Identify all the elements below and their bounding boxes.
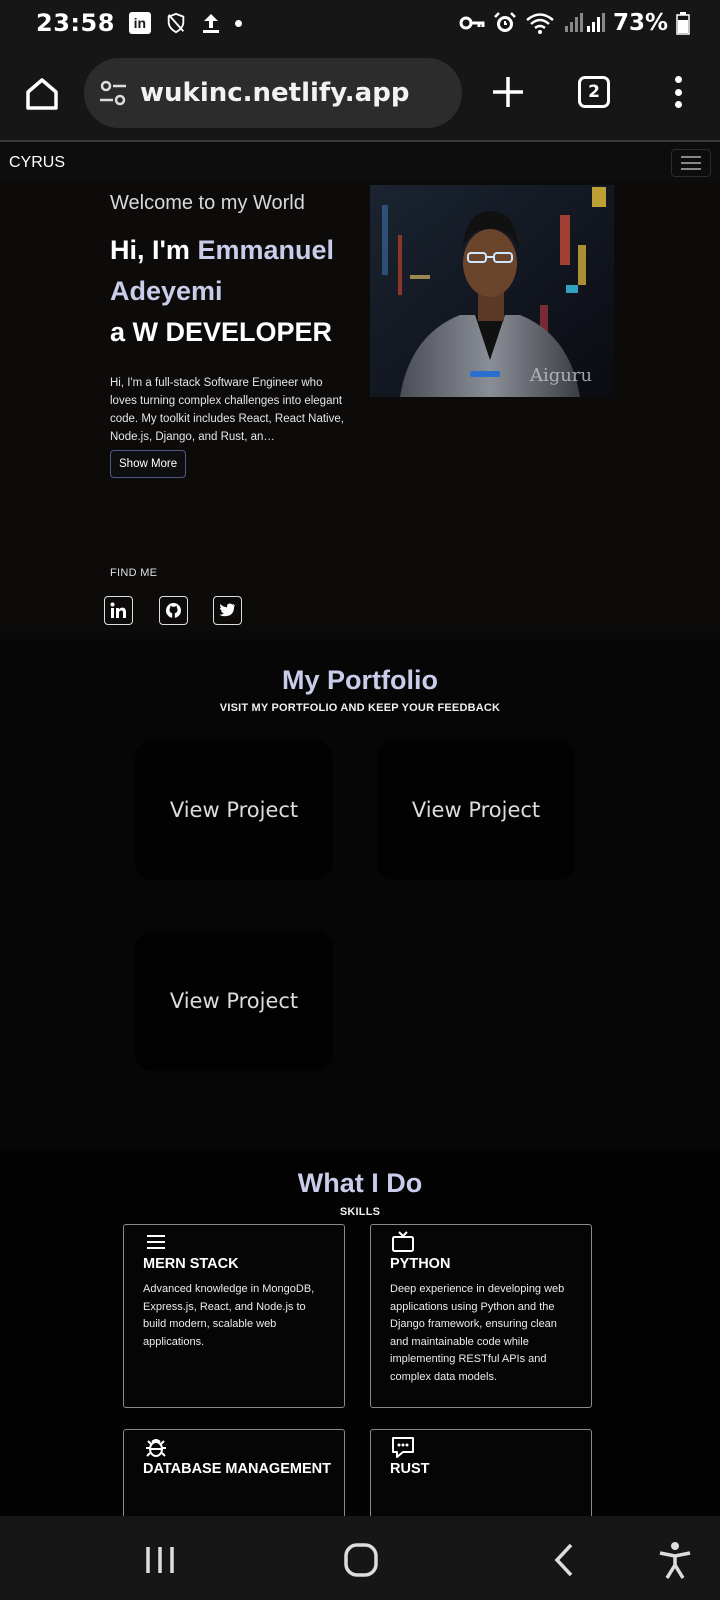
hero-heading: Hi, I'm Emmanuel Adeyemi a W DEVELOPER xyxy=(110,230,350,353)
find-me-label: FIND ME xyxy=(110,567,158,579)
twitter-link-icon[interactable] xyxy=(213,596,242,625)
home-nav-icon[interactable] xyxy=(341,1540,381,1580)
skill-card-mern: MERN STACK Advanced knowledge in MongoDB… xyxy=(123,1224,345,1408)
skill-description: Deep experience in developing web applic… xyxy=(390,1283,565,1383)
battery-icon xyxy=(676,12,690,35)
address-bar[interactable]: wukinc.netlify.app xyxy=(84,58,462,128)
skill-title: RUST xyxy=(390,1461,430,1477)
skill-card-python: PYTHON Deep experience in developing web… xyxy=(370,1224,592,1408)
skill-card-database: DATABASE MANAGEMENT xyxy=(123,1429,345,1516)
wifi-icon xyxy=(526,13,554,34)
portfolio-title: My Portfolio xyxy=(282,665,438,695)
new-tab-icon[interactable] xyxy=(490,74,526,110)
browser-toolbar: wukinc.netlify.app 2 xyxy=(0,46,720,142)
portfolio-section: My Portfolio VISIT MY PORTFOLIO AND KEEP… xyxy=(0,640,720,1150)
linkedin-icon: in xyxy=(128,12,151,34)
linkedin-link-icon[interactable] xyxy=(104,596,133,625)
greeting-prefix: Hi, I'm xyxy=(110,235,198,265)
project-card[interactable]: View Project xyxy=(135,740,333,880)
web-page: CYRUS Welcome to my World Hi, I'm Emmanu… xyxy=(0,144,720,1516)
system-navigation-bar xyxy=(0,1516,720,1600)
battery-percent: 73% xyxy=(612,10,668,36)
menu-icon xyxy=(147,1235,165,1249)
site-settings-icon[interactable] xyxy=(98,78,128,108)
project-card[interactable]: View Project xyxy=(135,931,333,1071)
hero-section: Welcome to my World Hi, I'm Emmanuel Ade… xyxy=(0,182,720,630)
alarm-icon xyxy=(494,12,516,32)
skill-title: MERN STACK xyxy=(143,1256,239,1272)
clock: 23:58 xyxy=(36,9,115,37)
what-i-do-title: What I Do xyxy=(297,1168,423,1198)
skills-subtitle: SKILLS xyxy=(339,1206,381,1218)
key-icon xyxy=(459,16,485,30)
role-line: a W DEVELOPER xyxy=(110,317,333,347)
chat-icon xyxy=(392,1437,414,1458)
more-menu-icon[interactable] xyxy=(666,72,690,112)
back-icon[interactable] xyxy=(545,1540,585,1580)
signal-icon xyxy=(564,13,605,32)
site-brand[interactable]: CYRUS xyxy=(9,154,65,172)
recent-apps-icon[interactable] xyxy=(140,1540,180,1580)
show-more-button[interactable]: Show More xyxy=(110,450,187,478)
profile-photo: Aiguru xyxy=(370,185,614,397)
url-text[interactable]: wukinc.netlify.app xyxy=(140,78,409,108)
shield-off-icon xyxy=(167,12,185,34)
bug-icon xyxy=(146,1439,166,1457)
upload-icon xyxy=(202,14,219,33)
home-icon[interactable] xyxy=(22,74,62,114)
skill-card-rust: RUST xyxy=(370,1429,592,1516)
hero-description: Hi, I'm a full-stack Software Engineer w… xyxy=(110,377,344,443)
first-name: Emmanuel xyxy=(197,235,334,265)
project-card[interactable]: View Project xyxy=(377,740,575,880)
site-navbar: CYRUS xyxy=(0,144,720,182)
tv-icon xyxy=(392,1231,414,1252)
tab-switcher-button[interactable]: 2 xyxy=(578,76,610,108)
photo-watermark: Aiguru xyxy=(529,365,592,386)
skill-title: DATABASE MANAGEMENT xyxy=(143,1461,331,1477)
hamburger-menu-icon[interactable] xyxy=(671,149,711,177)
skill-description: Advanced knowledge in MongoDB, Express.j… xyxy=(143,1283,315,1348)
dot-icon xyxy=(234,19,242,27)
last-name: Adeyemi xyxy=(110,276,223,306)
portfolio-subtitle: VISIT MY PORTFOLIO AND KEEP YOUR FEEDBAC… xyxy=(219,702,501,714)
what-i-do-section: What I Do SKILLS MERN STACK Advanced kno… xyxy=(0,1150,720,1516)
skill-title: PYTHON xyxy=(390,1256,451,1272)
status-bar: 23:58 in 73% xyxy=(0,0,720,46)
github-link-icon[interactable] xyxy=(159,596,188,625)
accessibility-icon[interactable] xyxy=(655,1540,695,1580)
welcome-text: Welcome to my World xyxy=(110,192,305,214)
